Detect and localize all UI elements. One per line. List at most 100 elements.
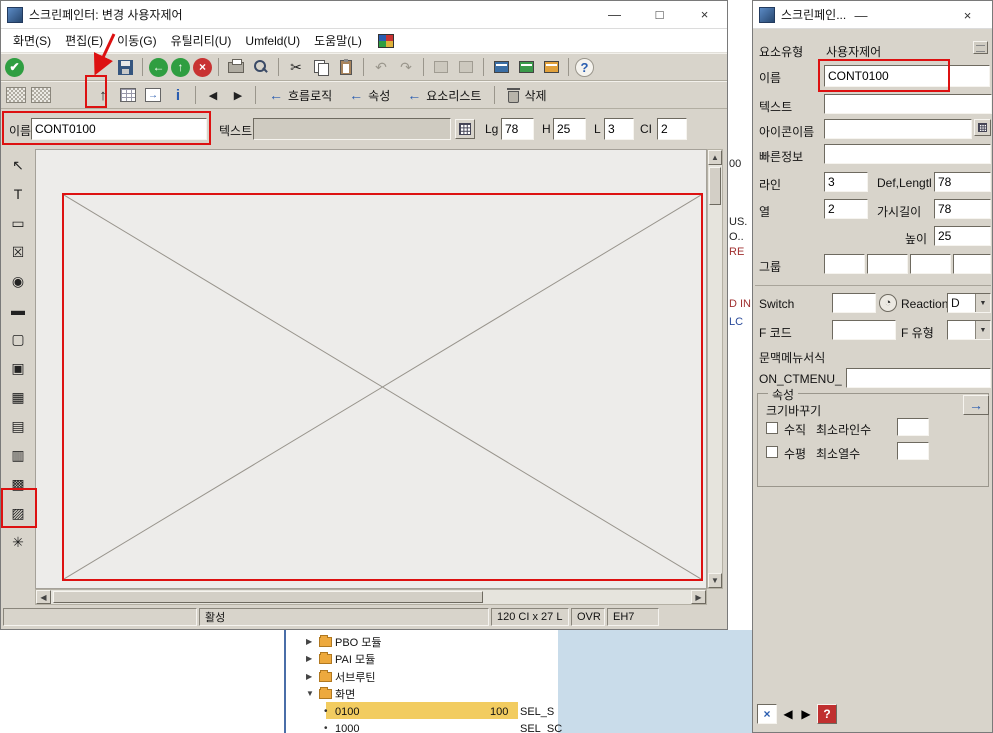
vertical-scrollbar[interactable]: ▲ ▼	[707, 149, 723, 589]
tree-node-subroutines[interactable]: ▶ 서브루틴	[306, 668, 375, 685]
text-tool-icon[interactable]: T	[5, 182, 31, 206]
menu-help[interactable]: 도움말(L)	[308, 30, 368, 51]
previous-screen-icon[interactable]: ◀	[202, 84, 224, 106]
group-input-2[interactable]	[867, 254, 908, 274]
chevron-right-icon[interactable]: ▶	[306, 637, 316, 646]
undo-icon[interactable]: ↶	[370, 56, 392, 78]
goto-screen-icon[interactable]: →	[142, 84, 164, 106]
menu-utilities[interactable]: 유틸리티(U)	[165, 30, 238, 51]
group-input-1[interactable]	[824, 254, 865, 274]
element-type-button[interactable]	[973, 41, 988, 54]
tree-node-pai-modules[interactable]: ▶ PAI 모듈	[306, 650, 375, 667]
min-cols-input[interactable]	[897, 442, 929, 460]
panel-prev-button[interactable]: ◀	[779, 704, 797, 724]
scroll-left-icon[interactable]: ◀	[36, 590, 51, 604]
menu-environment[interactable]: Umfeld(U)	[239, 32, 306, 50]
name-input[interactable]	[31, 118, 207, 140]
tabstrip-tool-icon[interactable]: ▤	[5, 414, 31, 438]
maximize-button[interactable]: □	[637, 1, 682, 28]
close-button[interactable]: ×	[682, 1, 727, 28]
ftype-dropdown[interactable]: ▼	[947, 320, 991, 340]
checkbox-tool-icon[interactable]: ☒	[5, 240, 31, 264]
panel-name-input[interactable]	[824, 65, 990, 87]
find-icon[interactable]	[250, 56, 272, 78]
panel-text-input[interactable]	[824, 94, 992, 114]
session-icon-orange[interactable]	[540, 56, 562, 78]
icon-picker-button[interactable]	[974, 119, 991, 136]
panel-close-x-button[interactable]: ×	[757, 704, 777, 724]
icon-name-input[interactable]	[824, 119, 972, 139]
layout-editor-icon[interactable]	[5, 84, 27, 106]
delete-button[interactable]: 삭제	[501, 84, 553, 107]
horizontal-scrollbar[interactable]: ◀ ▶	[35, 589, 707, 605]
vertical-scroll-thumb[interactable]	[709, 167, 721, 205]
panel-height-input[interactable]	[934, 226, 991, 246]
horizontal-scroll-thumb[interactable]	[53, 591, 483, 603]
tree-leaf-0100[interactable]: • 0100	[324, 703, 359, 720]
grid-tool-icon[interactable]: ▥	[5, 443, 31, 467]
disabled-tool-icon-2[interactable]	[455, 56, 477, 78]
screen-grid-icon[interactable]	[30, 84, 52, 106]
chevron-down-icon[interactable]: ▼	[306, 689, 316, 698]
scroll-right-icon[interactable]: ▶	[691, 590, 706, 604]
enter-icon[interactable]: ✔	[5, 57, 24, 77]
session-icon-green[interactable]	[515, 56, 537, 78]
fcode-input[interactable]	[832, 320, 896, 340]
new-session-icon[interactable]	[490, 56, 512, 78]
chevron-right-icon[interactable]: ▶	[306, 672, 316, 681]
frame-tool-icon[interactable]: ▢	[5, 327, 31, 351]
redo-icon[interactable]: ↷	[395, 56, 417, 78]
context-menu-input[interactable]	[846, 368, 991, 388]
back-icon[interactable]: ←	[149, 57, 168, 77]
entry-field-tool-icon[interactable]: ▭	[5, 211, 31, 235]
panel-help-button[interactable]: ?	[817, 704, 837, 724]
text-input[interactable]	[253, 118, 451, 140]
dropdown-arrow-icon[interactable]: ▼	[975, 321, 990, 339]
flow-logic-button[interactable]: ← 흐름로직	[262, 84, 339, 107]
menu-edit[interactable]: 편집(E)	[59, 30, 109, 51]
text-grid-button[interactable]	[455, 119, 475, 139]
disabled-tool-icon-1[interactable]	[430, 56, 452, 78]
pointer-tool-icon[interactable]: ↖	[5, 153, 31, 177]
next-screen-icon[interactable]: ▶	[227, 84, 249, 106]
custom-control-area[interactable]	[62, 193, 703, 581]
copy-icon[interactable]	[310, 56, 332, 78]
panel-next-button[interactable]: ▶	[797, 704, 815, 724]
group-input-3[interactable]	[910, 254, 951, 274]
horizontal-checkbox[interactable]	[766, 446, 778, 458]
panel-close-button[interactable]: ×	[945, 1, 990, 29]
cut-icon[interactable]: ✂	[285, 56, 307, 78]
reaction-dropdown[interactable]: D ▼	[947, 293, 991, 313]
scroll-down-icon[interactable]: ▼	[708, 573, 722, 588]
paste-icon[interactable]	[335, 56, 357, 78]
quick-info-input[interactable]	[824, 144, 991, 164]
visible-length-input[interactable]	[934, 199, 991, 219]
pane-divider[interactable]	[284, 630, 286, 733]
tree-node-screens[interactable]: ▼ 화면	[306, 685, 355, 702]
set-cursor-icon[interactable]: ↑	[92, 84, 114, 106]
line-input[interactable]	[604, 118, 634, 140]
print-icon[interactable]	[225, 56, 247, 78]
exit-icon[interactable]: ↑	[171, 57, 190, 77]
minimize-button[interactable]: —	[592, 1, 637, 28]
panel-minimize-button[interactable]: —	[841, 1, 881, 29]
status-icon-tool-icon[interactable]: ✳	[5, 530, 31, 554]
height-input[interactable]	[553, 118, 586, 140]
vertical-checkbox[interactable]	[766, 422, 778, 434]
menu-screen[interactable]: 화면(S)	[7, 30, 57, 51]
tree-node-pbo-modules[interactable]: ▶ PBO 모듈	[306, 633, 382, 650]
subscreen-tool-icon[interactable]: ▣	[5, 356, 31, 380]
save-icon[interactable]	[114, 56, 136, 78]
tree-tool-icon[interactable]: ▩	[5, 472, 31, 496]
radiobutton-tool-icon[interactable]: ◉	[5, 269, 31, 293]
column-row-input[interactable]	[824, 199, 868, 219]
apply-arrow-button[interactable]: →	[963, 395, 989, 415]
chevron-right-icon[interactable]: ▶	[306, 654, 316, 663]
column-input[interactable]	[657, 118, 687, 140]
dropdown-arrow-icon[interactable]: ▼	[975, 294, 990, 312]
element-list-button[interactable]: ← 요소리스트	[400, 84, 488, 107]
min-lines-input[interactable]	[897, 418, 929, 436]
defined-length-input[interactable]	[501, 118, 534, 140]
help-icon[interactable]: ?	[575, 57, 594, 77]
table-control-tool-icon[interactable]: ▦	[5, 385, 31, 409]
